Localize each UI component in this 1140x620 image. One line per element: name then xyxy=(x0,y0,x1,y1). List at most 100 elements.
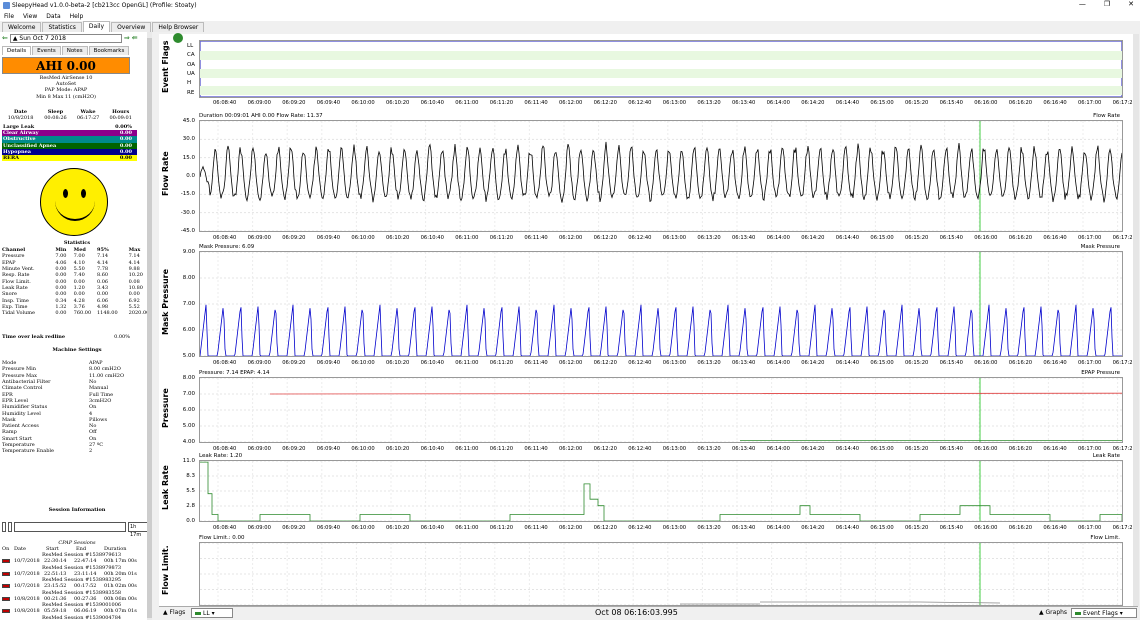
session-toggle[interactable] xyxy=(2,584,10,589)
pressure-plot[interactable] xyxy=(199,377,1123,443)
x-tick-label: 06:08:40 xyxy=(213,360,237,366)
flag-select[interactable]: LL ▾ xyxy=(191,608,233,618)
smiley-mouth xyxy=(55,195,95,221)
close-button[interactable]: ✕ xyxy=(1128,0,1134,8)
scroll-thumb[interactable] xyxy=(147,38,152,618)
x-tick-label: 06:11:40 xyxy=(524,235,548,241)
x-tick-label: 06:12:20 xyxy=(593,525,617,531)
x-tick-label: 06:16:40 xyxy=(1043,525,1067,531)
flow-rate-info: Duration 00:09:01 AHI 0.00 Flow Rate: 11… xyxy=(199,113,323,119)
session-block[interactable] xyxy=(8,522,12,532)
smiley-face-icon xyxy=(40,168,108,236)
session-date: 10/7/2018 xyxy=(14,570,40,577)
title-bar: SleepyHead v1.0.0-beta-2 [cb213cc OpenGL… xyxy=(0,0,1140,11)
stats-header-row: Channel Min Med 95% Max xyxy=(2,247,151,253)
last-day-icon[interactable]: ⇚ xyxy=(132,34,138,42)
event-summary: Large Leak 0.00% Clear Airway 0.00 Obstructi… xyxy=(2,124,137,162)
graphs-button[interactable]: ▲ Graphs xyxy=(1039,609,1067,616)
tab-notes[interactable]: Notes xyxy=(61,46,88,55)
leak-rate-line xyxy=(199,461,1123,522)
flow-limit-plot[interactable] xyxy=(199,542,1123,606)
session-toggle[interactable] xyxy=(2,559,10,563)
minimize-button[interactable]: — xyxy=(1079,0,1086,8)
event-label: RERA xyxy=(3,154,20,161)
menu-data[interactable]: Data xyxy=(46,13,60,20)
tab-help-browser[interactable]: Help Browser xyxy=(152,22,205,32)
y-tick-label: 8.3 xyxy=(186,473,195,479)
session-row[interactable]: ResMed Session #1538979873 10/7/2018 22:… xyxy=(2,565,151,578)
x-tick-label: 06:15:20 xyxy=(905,235,929,241)
session-timeline[interactable]: 1h 17m xyxy=(2,521,150,538)
x-tick-label: 06:09:00 xyxy=(247,525,271,531)
graphs-label: Graphs xyxy=(1045,609,1068,616)
tab-welcome[interactable]: Welcome xyxy=(2,22,42,32)
y-tick-label: 8.00 xyxy=(182,375,195,381)
session-block[interactable] xyxy=(14,522,126,532)
wake-cell: 06:17:27 xyxy=(76,115,100,121)
y-tick-label: 6.00 xyxy=(182,327,195,333)
flow-rate-svg xyxy=(199,120,1123,232)
y-tick-label: -30.0 xyxy=(180,209,195,216)
session-block[interactable] xyxy=(2,522,6,532)
pressure-line xyxy=(269,392,1123,395)
graph-select[interactable]: Event Flags ▾ xyxy=(1071,608,1137,618)
tab-statistics[interactable]: Statistics xyxy=(42,22,82,32)
session-duration: 00h 17m 00s xyxy=(104,558,137,564)
x-tick-label: 06:09:40 xyxy=(316,100,341,106)
y-tick-label: -15.0 xyxy=(180,191,195,198)
session-row[interactable]: ResMed Session #1538979613 10/7/2018 22:… xyxy=(2,552,151,565)
flag-row-label: UA xyxy=(187,70,195,77)
cell: 1148.00 xyxy=(96,310,118,317)
mask-pressure-plot[interactable] xyxy=(199,251,1123,357)
x-tick-label: 06:10:40 xyxy=(420,100,444,106)
session-row[interactable]: ResMed Session #1539001006 10/8/2018 05:… xyxy=(2,602,151,615)
x-tick-label: 06:16:40 xyxy=(1043,360,1067,366)
x-tick-label: 06:15:20 xyxy=(905,525,929,531)
x-tick-label: 06:12:00 xyxy=(559,360,583,366)
leak-rate-plot[interactable] xyxy=(199,460,1123,522)
menu-help[interactable]: Help xyxy=(70,13,84,20)
prev-day-icon[interactable]: ⇐ xyxy=(2,34,8,42)
x-tick-label: 06:10:40 xyxy=(420,525,444,531)
x-tick-label: 06:14:40 xyxy=(835,100,860,106)
flags-button[interactable]: ▲ Flags xyxy=(163,609,185,616)
left-panel-scrollbar[interactable] xyxy=(147,32,152,620)
x-tick-label: 06:15:00 xyxy=(870,525,894,531)
session-row[interactable]: ResMed Session #1538983295 10/7/2018 23:… xyxy=(2,577,151,590)
date-picker[interactable]: ▲ Sun Oct 7 2018 xyxy=(9,33,122,43)
session-toggle[interactable] xyxy=(2,609,10,614)
x-tick-label: 06:08:40 xyxy=(213,525,237,531)
menu-file[interactable]: File xyxy=(4,13,14,20)
menu-view[interactable]: View xyxy=(23,13,37,20)
graph-scrollbar[interactable] xyxy=(1133,34,1139,606)
statistics-title: Statistics xyxy=(63,240,91,246)
event-flags-plot[interactable] xyxy=(199,40,1123,98)
tab-events[interactable]: Events xyxy=(32,46,61,55)
session-row[interactable]: ResMed Session #1539004784 10/8/2018 06:… xyxy=(2,614,151,620)
y-tick-label: 0.0 xyxy=(186,518,195,524)
session-row[interactable]: ResMed Session #1538983558 10/8/2018 00:… xyxy=(2,590,151,603)
x-tick-label: 06:13:00 xyxy=(662,360,687,366)
flag-icon xyxy=(173,33,183,43)
pressure-legend: EPAP Pressure xyxy=(1081,370,1120,376)
time-over-value: 0.00% xyxy=(114,334,130,340)
session-toggle[interactable] xyxy=(2,596,10,601)
session-toggle[interactable] xyxy=(2,571,10,576)
session-start: 23:15:52 xyxy=(44,583,67,590)
tab-daily[interactable]: Daily xyxy=(82,21,111,32)
ll-color-swatch xyxy=(195,612,201,615)
flow-limit-panel: Flow Limit. Flow Limit.: 0.00 Flow Limit… xyxy=(159,534,1138,606)
next-day-icon[interactable]: ⇒ xyxy=(124,34,130,42)
sessions-table: CPAP Sessions On Date Start End Duration… xyxy=(2,540,151,620)
x-tick-label: 06:10:40 xyxy=(420,360,444,366)
session-name: ResMed Session #1539004784 xyxy=(42,614,122,620)
maximize-button[interactable]: ❐ xyxy=(1104,0,1110,8)
flow-rate-panel: Flow Rate Duration 00:09:01 AHI 0.00 Flo… xyxy=(159,112,1138,236)
pressure-svg xyxy=(200,377,1123,443)
tab-bookmarks[interactable]: Bookmarks xyxy=(88,46,130,55)
flow-rate-plot[interactable] xyxy=(199,120,1123,232)
x-tick-label: 06:15:40 xyxy=(939,360,963,366)
tab-overview[interactable]: Overview xyxy=(111,22,152,32)
x-axis: 06:08:40 06:09:00 06:09:20 06:09:40 06:10:00… xyxy=(199,525,1136,533)
tab-details[interactable]: Details xyxy=(2,46,32,55)
